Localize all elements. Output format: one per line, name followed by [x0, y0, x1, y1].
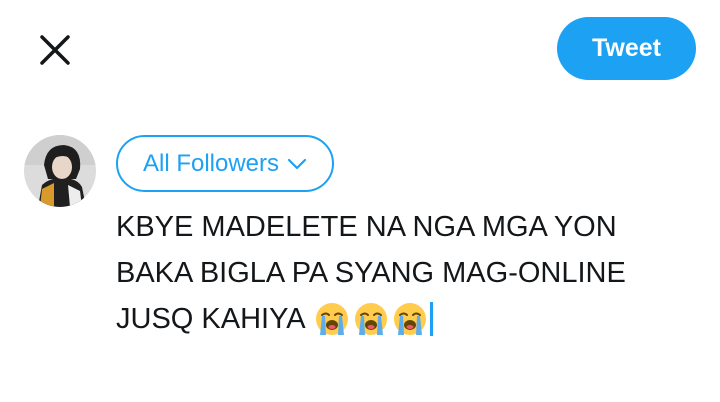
chevron-down-icon: [287, 158, 307, 169]
tweet-button[interactable]: Tweet: [557, 17, 696, 80]
close-button[interactable]: [32, 27, 78, 73]
audience-label: All Followers: [142, 149, 280, 177]
tweet-text-segment: JUSQ KAHIYA: [116, 303, 306, 335]
loudly-crying-face-icon: [315, 303, 348, 335]
text-cursor: [429, 302, 433, 336]
loudly-crying-face-icon: [354, 303, 387, 335]
user-avatar[interactable]: [24, 135, 96, 207]
audience-selector-button[interactable]: All Followers: [116, 135, 334, 192]
loudly-crying-face-icon: [393, 303, 426, 335]
tweet-text-line: BAKA BIGLA PA SYANG MAG-ONLINE: [116, 257, 626, 289]
close-icon: [40, 35, 70, 65]
tweet-text-line: KBYE MADELETE NA NGA MGA YON: [116, 211, 617, 243]
tweet-text-area[interactable]: KBYE MADELETE NA NGA MGA YON BAKA BIGLA …: [116, 204, 696, 342]
tweet-text-line-last: JUSQ KAHIYA: [116, 296, 696, 342]
compose-tweet-screen: Tweet All Followers KBYE MADELETE NA NGA…: [0, 0, 720, 402]
